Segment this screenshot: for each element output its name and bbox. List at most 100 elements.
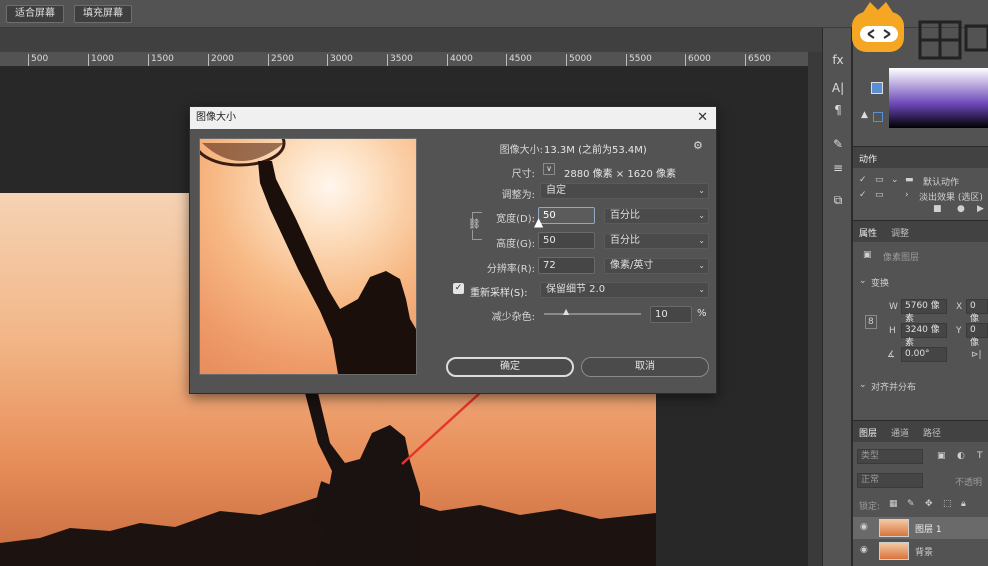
panel-icon-strip: fx A| ¶ ✎ ≡ ⧉ [822, 28, 852, 566]
layer-name[interactable]: 图层 1 [915, 522, 942, 535]
chevron-down-icon: ⌄ [698, 236, 705, 245]
folder-icon: ▬ [905, 175, 914, 185]
resolution-input[interactable]: 72 [538, 257, 595, 274]
fill-screen-button[interactable]: 填充屏幕 [74, 5, 132, 23]
dialog-toggle-icon[interactable]: ▭ [875, 190, 884, 200]
layer-row[interactable]: ◉ 背景 [853, 540, 988, 562]
eye-icon[interactable]: ◉ [860, 522, 868, 532]
resolution-label: 分辨率(R): [486, 264, 535, 275]
right-panels: ▲ 动作 ✓ ▭ ⌄ ▬ 默认动作 ✓ ▭ › 淡出效果 (选区) ■ ● ▶ … [853, 28, 988, 566]
tab-adjustments[interactable]: 调整 [891, 226, 909, 239]
dialog-title: 图像大小 [196, 112, 236, 123]
expand-chevron-icon[interactable]: ⌄ [859, 276, 867, 286]
checkmark-icon[interactable]: ✓ [859, 175, 867, 185]
ruler-tick: 3500 [387, 54, 413, 66]
resample-checkbox[interactable]: ✓ [453, 283, 464, 294]
mouse-cursor-icon: ▲ [534, 215, 544, 229]
width-input[interactable]: 50 [538, 207, 595, 224]
fit-to-select[interactable]: 自定 ⌄ [540, 183, 709, 199]
blend-mode-select[interactable]: 正常 [857, 473, 923, 488]
chevron-down-icon: ⌄ [698, 186, 705, 195]
checkmark-icon[interactable]: ✓ [859, 190, 867, 200]
height-input[interactable]: 50 [538, 232, 595, 249]
y-field[interactable]: 0 像 [966, 323, 988, 348]
x-label: X [956, 302, 963, 312]
angle-field[interactable]: 0.00° [901, 347, 947, 362]
lock-paint-icon[interactable]: ✎ [907, 499, 915, 509]
fit-to-value: 自定 [546, 185, 566, 196]
resolution-unit-select[interactable]: 像素/英寸 ⌄ [604, 258, 709, 274]
reduce-noise-unit: % [697, 308, 707, 319]
filter-type-icon[interactable]: T [977, 451, 983, 461]
clone-source-icon[interactable]: ⧉ [830, 192, 846, 208]
height-unit-value: 百分比 [610, 235, 640, 246]
layer-thumbnail [879, 542, 909, 560]
pixel-layer-icon: ▣ [863, 250, 872, 260]
vertical-scrollbar[interactable] [808, 52, 822, 566]
reduce-noise-label: 减少杂色: [491, 312, 535, 323]
pixel-layer-label: 像素图层 [883, 253, 920, 263]
tab-properties[interactable]: 属性 [859, 226, 877, 239]
play-icon[interactable]: ▶ [977, 204, 984, 214]
ruler-tick: 3000 [327, 54, 353, 66]
image-size-label: 图像大小: [499, 145, 543, 156]
web-color-swatch[interactable] [873, 112, 883, 122]
width-unit-value: 百分比 [610, 210, 640, 221]
tab-channels[interactable]: 通道 [891, 426, 909, 439]
flip-horizontal-icon[interactable]: ⊳| [971, 350, 982, 360]
expand-chevron-icon[interactable]: ⌄ [891, 175, 899, 185]
gear-icon[interactable]: ⚙ [693, 139, 703, 152]
ruler-tick: 2000 [208, 54, 234, 66]
width-label: 宽度(D): [496, 214, 535, 225]
lock-move-icon[interactable]: ✥ [925, 499, 933, 509]
dialog-titlebar: 图像大小 ✕ [190, 107, 716, 129]
sliders-icon[interactable]: ≡ [830, 160, 846, 176]
angle-value: 0.00° [905, 349, 930, 359]
filter-pixel-icon[interactable]: ▣ [937, 451, 946, 461]
reduce-noise-slider-track[interactable] [544, 313, 641, 315]
tab-paths[interactable]: 路径 [923, 426, 941, 439]
ok-button[interactable]: 确定 [446, 357, 574, 377]
lock-transparent-icon[interactable]: ▦ [889, 499, 898, 509]
ruler-tick: 1000 [88, 54, 114, 66]
layer-row[interactable]: ◉ 图层 1 [853, 517, 988, 539]
width-unit-select[interactable]: 百分比 ⌄ [604, 208, 709, 224]
cancel-button[interactable]: 取消 [581, 357, 709, 377]
expand-chevron-icon[interactable]: › [905, 190, 909, 200]
height-unit-select[interactable]: 百分比 ⌄ [604, 233, 709, 249]
record-icon[interactable]: ● [957, 204, 965, 214]
resample-label: 重新采样(S): [470, 288, 528, 299]
layer-filter-select[interactable]: 类型 [857, 449, 923, 464]
resample-select[interactable]: 保留细节 2.0 ⌄ [540, 282, 709, 298]
tab-actions[interactable]: 动作 [859, 152, 877, 165]
fit-screen-button[interactable]: 适合屏幕 [6, 5, 64, 23]
link-dimensions-icon[interactable]: 8 [865, 315, 877, 329]
resample-value: 保留细节 2.0 [546, 284, 606, 295]
x-field[interactable]: 0 像 [966, 299, 988, 324]
expand-chevron-icon[interactable]: ⌄ [859, 380, 867, 390]
eye-icon[interactable]: ◉ [860, 545, 868, 555]
dialog-toggle-icon[interactable]: ▭ [875, 175, 884, 185]
paragraph-icon[interactable]: ¶ [830, 102, 846, 118]
lock-all-icon[interactable]: 🔒︎ [961, 499, 966, 509]
image-size-value: 13.3M (之前为53.4M) [544, 145, 647, 156]
chevron-down-icon[interactable]: ∨ [543, 163, 555, 175]
stop-icon[interactable]: ■ [933, 204, 942, 214]
close-icon[interactable]: ✕ [697, 107, 708, 129]
image-preview[interactable] [199, 138, 417, 375]
align-distribute-label: 对齐并分布 [871, 383, 917, 393]
action-set-default[interactable]: 默认动作 [923, 175, 959, 188]
reduce-noise-input[interactable]: 10 [650, 306, 692, 323]
lock-artboard-icon[interactable]: ⬚ [943, 499, 952, 509]
ruler-tick: 5500 [626, 54, 652, 66]
tab-layers[interactable]: 图层 [859, 426, 877, 439]
height-field[interactable]: 3240 像素 [901, 323, 947, 348]
width-field[interactable]: 5760 像素 [901, 299, 947, 324]
action-item[interactable]: 淡出效果 (选区) [919, 190, 983, 203]
filter-adjustment-icon[interactable]: ◐ [957, 451, 965, 461]
brush-icon[interactable]: ✎ [830, 136, 846, 152]
layer-name[interactable]: 背景 [915, 545, 933, 558]
ruler-tick: 6000 [685, 54, 711, 66]
ruler-tick: 4000 [447, 54, 473, 66]
reduce-noise-slider-thumb[interactable]: ▲ [563, 307, 569, 316]
